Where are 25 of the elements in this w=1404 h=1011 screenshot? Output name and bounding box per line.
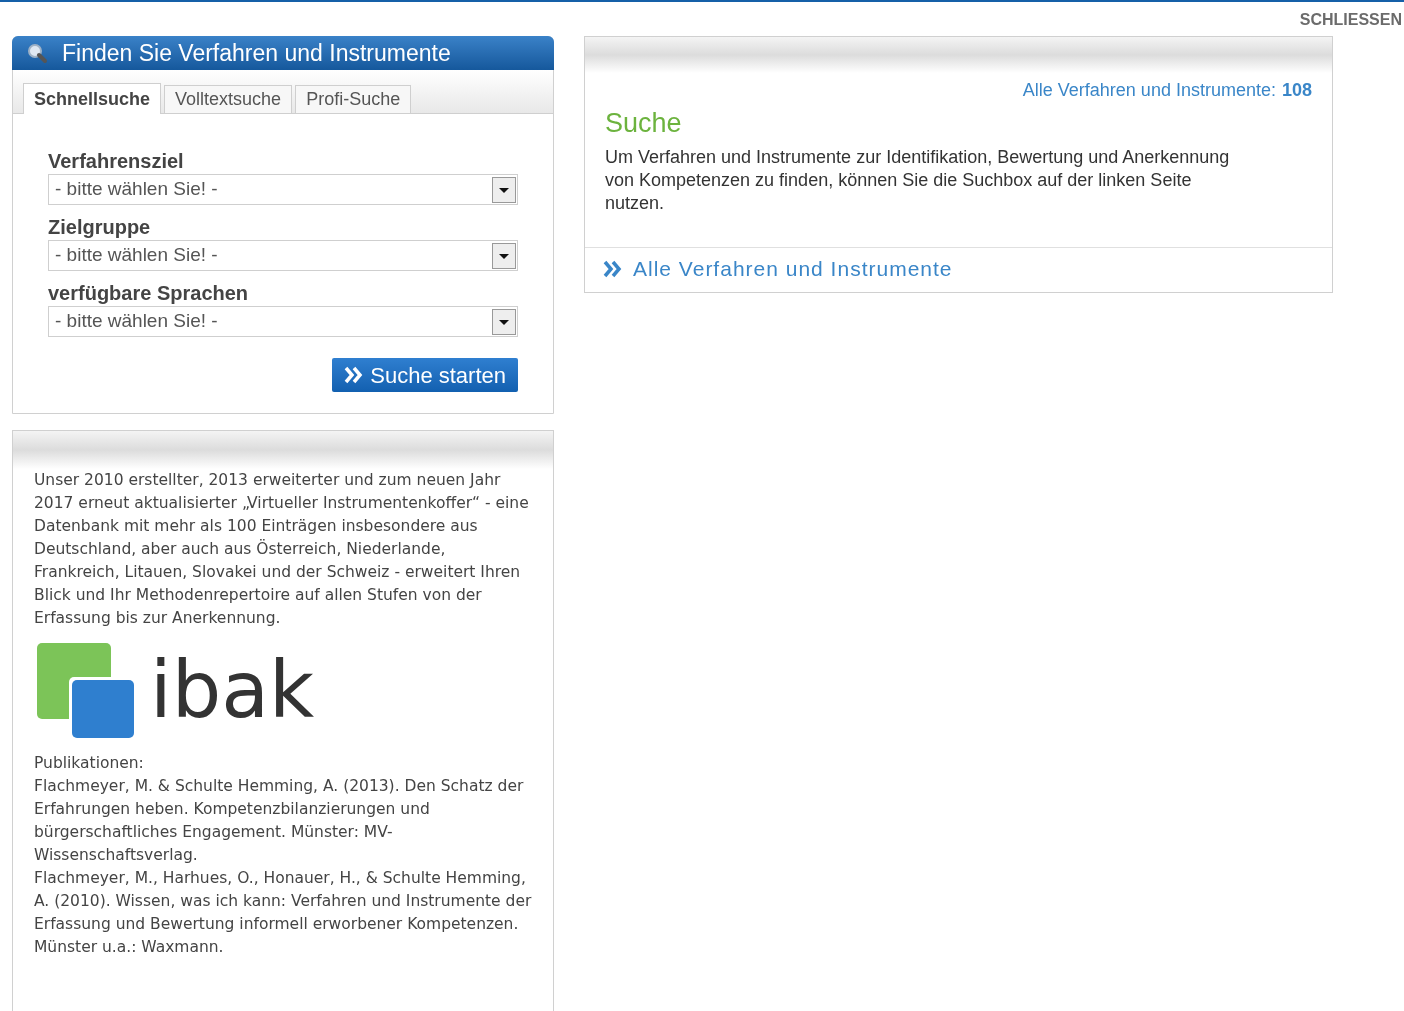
intro-paragraph: Unser 2010 erstellter, 2013 erweiterter und zum neuen Jahr 2017 erneut aktualisierter „Virtueller Instrumentenkoffer“ - eine Datenbank mit mehr als 100 Einträgen insbesondere aus Deutschland, aber auch aus Österreich, Niederlande, Frankreich, Litauen, Slovakei und der Schweiz - erweitert Ihren Blick und Ihr Methodenrepertoire auf allen Stufen von der Erfassung bis zur Anerkennung.	[34, 470, 530, 629]
publication-reference: Flachmeyer, M. & Schulte Hemming, A. (2013). Den Schatz der Erfahrungen heben. Kompetenzbilanzierungen und bürgerschaftliches Engagement. Münster: MV-Wissenschaftsverlag.	[34, 776, 525, 866]
search-icon	[26, 42, 48, 64]
search-button[interactable]: Suche starten	[332, 358, 518, 392]
tab[interactable]: Schnellsuche	[23, 83, 162, 114]
filter-label: verfügbare Sprachen	[48, 281, 250, 306]
description-text: Um Verfahren und Instrumente zur Identifikation, Bewertung und Anerkennung von Kompetenzen zu finden, können Sie die Suchbox auf der linken Seite nutzen.	[605, 146, 1231, 215]
filter-label: Zielgruppe	[48, 215, 152, 240]
dropdown[interactable]: - bitte wählen Sie! -	[48, 174, 518, 205]
dropdown[interactable]: - bitte wählen Sie! -	[48, 306, 518, 337]
ibak-logo: ibak	[34, 640, 315, 740]
count-value: 108	[1281, 79, 1312, 102]
close-link[interactable]: SCHLIESSEN	[1299, 8, 1402, 36]
count-label: Alle Verfahren und Instrumente:	[1022, 79, 1276, 102]
filter-label: Verfahrensziel	[48, 149, 185, 174]
double-chevron-icon	[344, 366, 365, 384]
publication-reference: Flachmeyer, M., Harhues, O., Honauer, H., & Schulte Hemming, A. (2010). Wissen, was ich kann: Verfahren und Instrumente der Erfassung und Bewertung informell erworbener Kompetenzen. Münster u.a.: Waxmann.	[34, 868, 532, 958]
double-chevron-icon	[603, 260, 623, 278]
publications-heading: Publikationen:	[34, 753, 145, 774]
tab[interactable]: Volltextsuche	[164, 85, 293, 113]
section-heading: Suche	[605, 107, 683, 140]
all-procedures-link[interactable]: Alle Verfahren und Instrumente	[603, 253, 953, 285]
dropdown[interactable]: - bitte wählen Sie! -	[48, 240, 518, 271]
panel-title: Finden Sie Verfahren und Instrumente	[62, 38, 451, 68]
tab[interactable]: Profi-Suche	[295, 85, 412, 113]
